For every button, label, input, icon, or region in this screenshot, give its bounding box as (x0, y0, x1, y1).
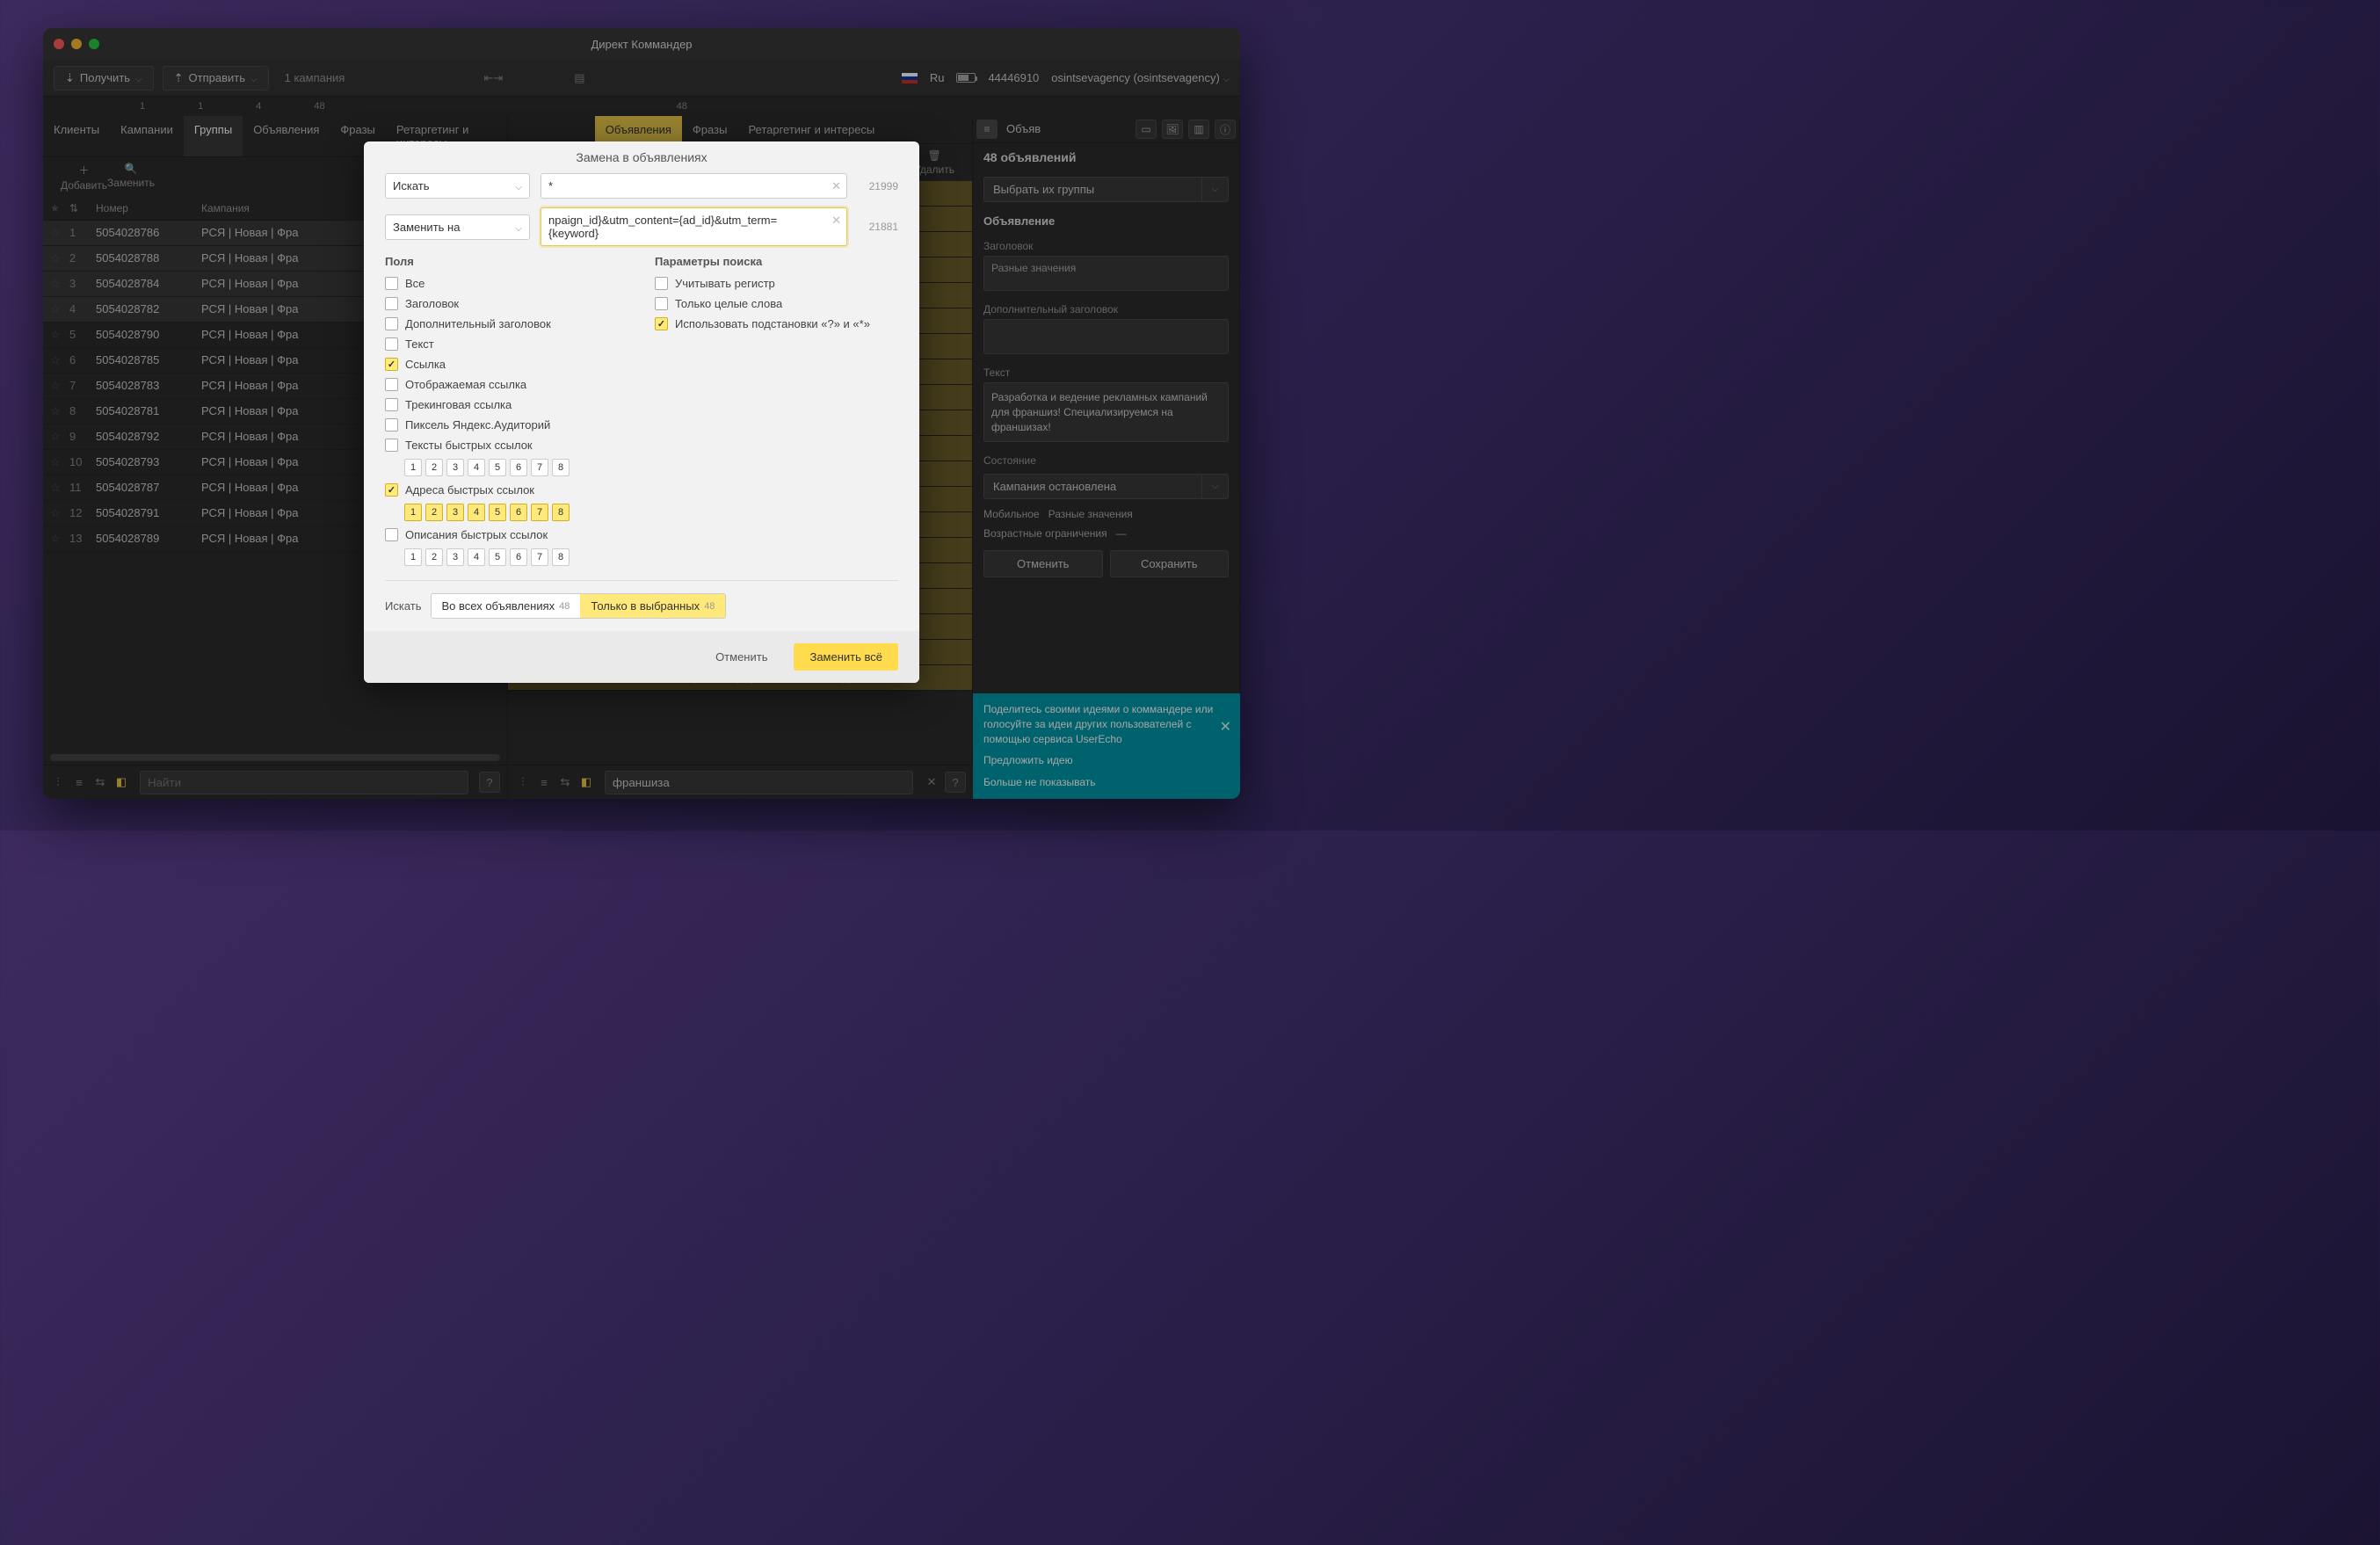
cb-subtitle[interactable]: Дополнительный заголовок (385, 317, 628, 330)
scope-all[interactable]: Во всех объявлениях48 (432, 594, 581, 618)
cb-link[interactable]: Ссылка (385, 358, 628, 371)
scope-selected[interactable]: Только в выбранных48 (580, 594, 725, 618)
app-window: Директ Коммандер ⇣Получить ⇡Отправить 1 … (43, 28, 1240, 799)
cb-qaddr[interactable]: Адреса быстрых ссылок (385, 483, 628, 497)
cb-qdesc[interactable]: Описания быстрых ссылок (385, 528, 628, 541)
replace-dialog: Замена в объявлениях Искать *✕ 21999 Зам… (364, 141, 919, 683)
dialog-cancel-button[interactable]: Отменить (700, 643, 783, 671)
cb-display[interactable]: Отображаемая ссылка (385, 378, 628, 391)
replace-mode-select[interactable]: Заменить на (385, 214, 530, 240)
cb-pixel[interactable]: Пиксель Яндекс.Аудиторий (385, 418, 628, 432)
cb-qtext[interactable]: Тексты быстрых ссылок (385, 439, 628, 452)
modal-overlay: Замена в объявлениях Искать *✕ 21999 Зам… (43, 28, 1240, 799)
cb-tracking[interactable]: Трекинговая ссылка (385, 398, 628, 411)
search-input[interactable]: *✕ (541, 173, 847, 199)
scope-segment: Во всех объявлениях48 Только в выбранных… (431, 593, 727, 619)
cb-all[interactable]: Все (385, 277, 628, 290)
clear-icon[interactable]: ✕ (831, 214, 841, 228)
cb-case[interactable]: Учитывать регистр (655, 277, 898, 290)
dialog-replace-all-button[interactable]: Заменить всё (794, 643, 898, 671)
replace-input[interactable]: npaign_id}&utm_content={ad_id}&utm_term=… (541, 207, 847, 246)
cb-text[interactable]: Текст (385, 337, 628, 351)
cb-title[interactable]: Заголовок (385, 297, 628, 310)
clear-icon[interactable]: ✕ (831, 179, 841, 193)
cb-whole[interactable]: Только целые слова (655, 297, 898, 310)
cb-wild[interactable]: Использовать подстановки «?» и «*» (655, 317, 898, 330)
dialog-title: Замена в объявлениях (364, 141, 919, 173)
search-mode-select[interactable]: Искать (385, 173, 530, 199)
